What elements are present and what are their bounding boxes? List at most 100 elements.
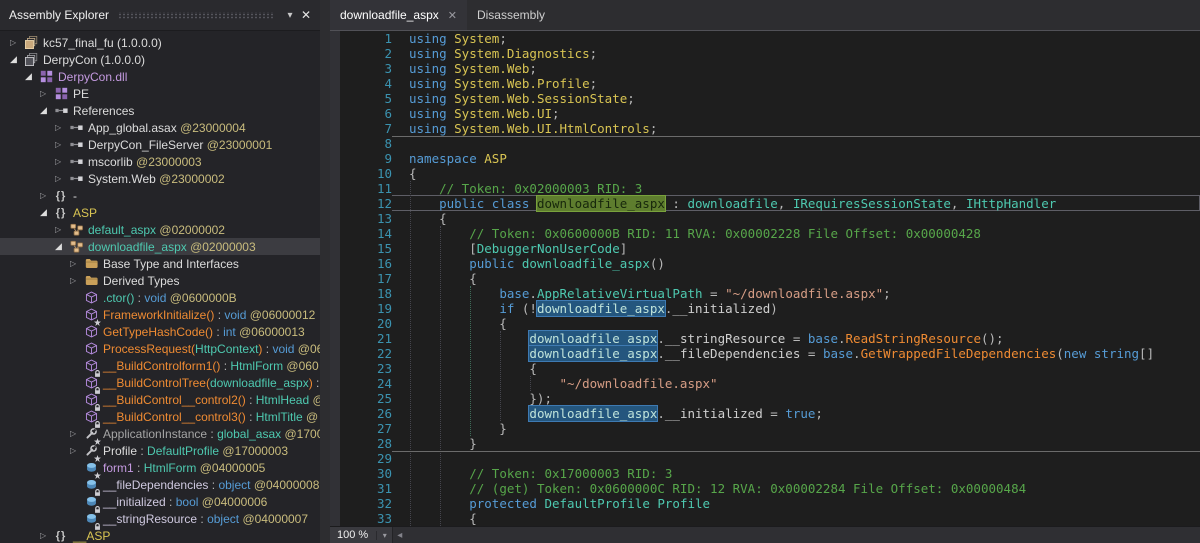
tree-item-file-dependencies[interactable]: __fileDependencies : object @04000008 xyxy=(0,476,320,493)
panel-close-button[interactable]: ✕ xyxy=(298,8,314,22)
code-line-5[interactable]: using System.Web.SessionState; xyxy=(409,91,1200,106)
tree-item-app-global-asax[interactable]: ▷App_global.asax @23000004 xyxy=(0,119,320,136)
code-line-3[interactable]: using System.Web; xyxy=(409,61,1200,76)
code-view[interactable]: using System;using System.Diagnostics;us… xyxy=(392,31,1200,526)
tree-item-kc57-final-fu[interactable]: ▷kc57_final_fu (1.0.0.0) xyxy=(0,34,320,51)
code-line-4[interactable]: using System.Web.Profile; xyxy=(409,76,1200,91)
code-editor[interactable]: 1234567891011121314151617181920212223242… xyxy=(330,31,1200,526)
breakpoint-margin[interactable] xyxy=(330,31,340,526)
expander-icon[interactable]: ▷ xyxy=(55,140,68,149)
tree-item-initialized[interactable]: __initialized : bool @04000006 xyxy=(0,493,320,510)
code-line-14[interactable]: // Token: 0x0600000B RID: 11 RVA: 0x0000… xyxy=(409,226,1200,241)
code-line-12[interactable]: public class downloadfile_aspx : downloa… xyxy=(409,196,1200,211)
expander-icon[interactable]: ▷ xyxy=(70,276,83,285)
code-line-32[interactable]: protected DefaultProfile Profile xyxy=(409,496,1200,511)
code-line-29[interactable] xyxy=(409,451,1200,466)
reference-highlight[interactable]: downloadfile_aspx xyxy=(529,346,657,361)
expander-icon[interactable]: ▷ xyxy=(55,225,68,234)
code-line-7[interactable]: using System.Web.UI.HtmlControls; xyxy=(409,121,1200,136)
code-line-2[interactable]: using System.Diagnostics; xyxy=(409,46,1200,61)
code-line-25[interactable]: }); xyxy=(409,391,1200,406)
expander-icon[interactable]: ▷ xyxy=(55,174,68,183)
tab-close-icon[interactable]: ✕ xyxy=(448,9,457,22)
reference-highlight[interactable]: downloadfile_aspx xyxy=(529,331,657,346)
tree-item-mscorlib[interactable]: ▷mscorlib @23000003 xyxy=(0,153,320,170)
expander-icon[interactable]: ▷ xyxy=(10,38,23,47)
tree-item-framework-initialize[interactable]: FrameworkInitialize() : void @06000012 xyxy=(0,306,320,323)
expander-icon[interactable]: ◢ xyxy=(55,241,68,252)
expander-icon[interactable]: ▷ xyxy=(40,191,53,200)
code-line-8[interactable] xyxy=(409,136,1200,151)
tree-item-build-control-form1[interactable]: __BuildControlform1() : HtmlForm @060 xyxy=(0,357,320,374)
tree-item-label: __BuildControl__control2() : HtmlHead @ xyxy=(103,393,320,407)
expander-icon[interactable]: ▷ xyxy=(55,157,68,166)
expander-icon[interactable]: ◢ xyxy=(25,71,38,82)
tree-item-derpycon[interactable]: ◢DerpyCon (1.0.0.0) xyxy=(0,51,320,68)
expander-icon[interactable]: ▷ xyxy=(40,531,53,540)
code-line-23[interactable]: { xyxy=(409,361,1200,376)
tree-item-build-control-control3[interactable]: __BuildControl__control3() : HtmlTitle @ xyxy=(0,408,320,425)
expander-icon[interactable]: ◢ xyxy=(10,54,23,65)
horizontal-scrollbar[interactable]: ◂ xyxy=(393,527,1200,543)
code-line-17[interactable]: { xyxy=(409,271,1200,286)
tree-item-process-request[interactable]: ProcessRequest(HttpContext) : void @06 xyxy=(0,340,320,357)
expander-icon[interactable]: ▷ xyxy=(55,123,68,132)
tree-item-derpycon-dll[interactable]: ◢DerpyCon.dll xyxy=(0,68,320,85)
expander-icon[interactable]: ▷ xyxy=(70,259,83,268)
code-line-11[interactable]: // Token: 0x02000003 RID: 3 xyxy=(409,181,1200,196)
code-line-24[interactable]: "~/downloadfile.aspx" xyxy=(409,376,1200,391)
tab-Disassembly[interactable]: Disassembly xyxy=(467,0,555,30)
tree-item-references[interactable]: ◢References xyxy=(0,102,320,119)
tree-item-application-instance[interactable]: ▷ApplicationInstance : global_asax @1700 xyxy=(0,425,320,442)
zoom-dropdown-icon[interactable]: ▾ xyxy=(376,531,392,540)
tree-item-string-resource[interactable]: __stringResource : object @04000007 xyxy=(0,510,320,527)
code-line-21[interactable]: downloadfile_aspx.__stringResource = bas… xyxy=(409,331,1200,346)
code-line-28[interactable]: } xyxy=(409,436,1200,451)
panel-splitter[interactable] xyxy=(320,0,330,543)
code-line-16[interactable]: public downloadfile_aspx() xyxy=(409,256,1200,271)
tree-item-namespace-dash[interactable]: ▷{}- xyxy=(0,187,320,204)
tree-item-namespace-asp-underscore[interactable]: ▷{}__ASP xyxy=(0,527,320,543)
tree-item-derpycon-fileserver[interactable]: ▷DerpyCon_FileServer @23000001 xyxy=(0,136,320,153)
tree-item-downloadfile-aspx[interactable]: ◢downloadfile_aspx @02000003 xyxy=(0,238,320,255)
code-line-30[interactable]: // Token: 0x17000003 RID: 3 xyxy=(409,466,1200,481)
tree-item-pe[interactable]: ▷PE xyxy=(0,85,320,102)
definition-highlight[interactable]: downloadfile_aspx xyxy=(537,196,665,211)
code-line-27[interactable]: } xyxy=(409,421,1200,436)
reference-highlight[interactable]: downloadfile_aspx xyxy=(529,406,657,421)
tree-item-default-aspx[interactable]: ▷default_aspx @02000002 xyxy=(0,221,320,238)
scroll-left-arrow-icon[interactable]: ◂ xyxy=(393,530,402,541)
tree-item-build-control-control2[interactable]: __BuildControl__control2() : HtmlHead @ xyxy=(0,391,320,408)
tree-item-form1[interactable]: form1 : HtmlForm @04000005 xyxy=(0,459,320,476)
code-line-1[interactable]: using System; xyxy=(409,31,1200,46)
panel-dropdown-button[interactable]: ▾ xyxy=(282,10,298,21)
expander-icon[interactable]: ▷ xyxy=(70,446,83,455)
code-line-26[interactable]: downloadfile_aspx.__initialized = true; xyxy=(409,406,1200,421)
code-line-6[interactable]: using System.Web.UI; xyxy=(409,106,1200,121)
code-line-33[interactable]: { xyxy=(409,511,1200,526)
code-line-13[interactable]: { xyxy=(409,211,1200,226)
expander-icon[interactable]: ▷ xyxy=(40,89,53,98)
tree-item-namespace-asp[interactable]: ◢{}ASP xyxy=(0,204,320,221)
code-line-22[interactable]: downloadfile_aspx.__fileDependencies = b… xyxy=(409,346,1200,361)
code-line-20[interactable]: { xyxy=(409,316,1200,331)
tree-item-derived-types[interactable]: ▷Derived Types xyxy=(0,272,320,289)
code-line-18[interactable]: base.AppRelativeVirtualPath = "~/downloa… xyxy=(409,286,1200,301)
tree-item-profile[interactable]: ▷Profile : DefaultProfile @17000003 xyxy=(0,442,320,459)
reference-highlight[interactable]: downloadfile_aspx xyxy=(537,301,665,316)
expander-icon[interactable]: ▷ xyxy=(70,429,83,438)
zoom-level-combo[interactable]: 100 % ▾ xyxy=(330,527,393,543)
expander-icon[interactable]: ◢ xyxy=(40,105,53,116)
tree-item-get-type-hash-code[interactable]: GetTypeHashCode() : int @06000013 xyxy=(0,323,320,340)
code-line-15[interactable]: [DebuggerNonUserCode] xyxy=(409,241,1200,256)
tree-item-build-control-tree[interactable]: __BuildControlTree(downloadfile_aspx) : xyxy=(0,374,320,391)
code-line-19[interactable]: if (!downloadfile_aspx.__initialized) xyxy=(409,301,1200,316)
tab-downloadfile_aspx[interactable]: downloadfile_aspx✕ xyxy=(330,0,467,30)
tree-item-base-type-and-interfaces[interactable]: ▷Base Type and Interfaces xyxy=(0,255,320,272)
code-line-9[interactable]: namespace ASP xyxy=(409,151,1200,166)
code-line-31[interactable]: // (get) Token: 0x0600000C RID: 12 RVA: … xyxy=(409,481,1200,496)
code-line-10[interactable]: { xyxy=(409,166,1200,181)
tree-item-ctor[interactable]: .ctor() : void @0600000B xyxy=(0,289,320,306)
tree-item-system-web[interactable]: ▷System.Web @23000002 xyxy=(0,170,320,187)
expander-icon[interactable]: ◢ xyxy=(40,207,53,218)
